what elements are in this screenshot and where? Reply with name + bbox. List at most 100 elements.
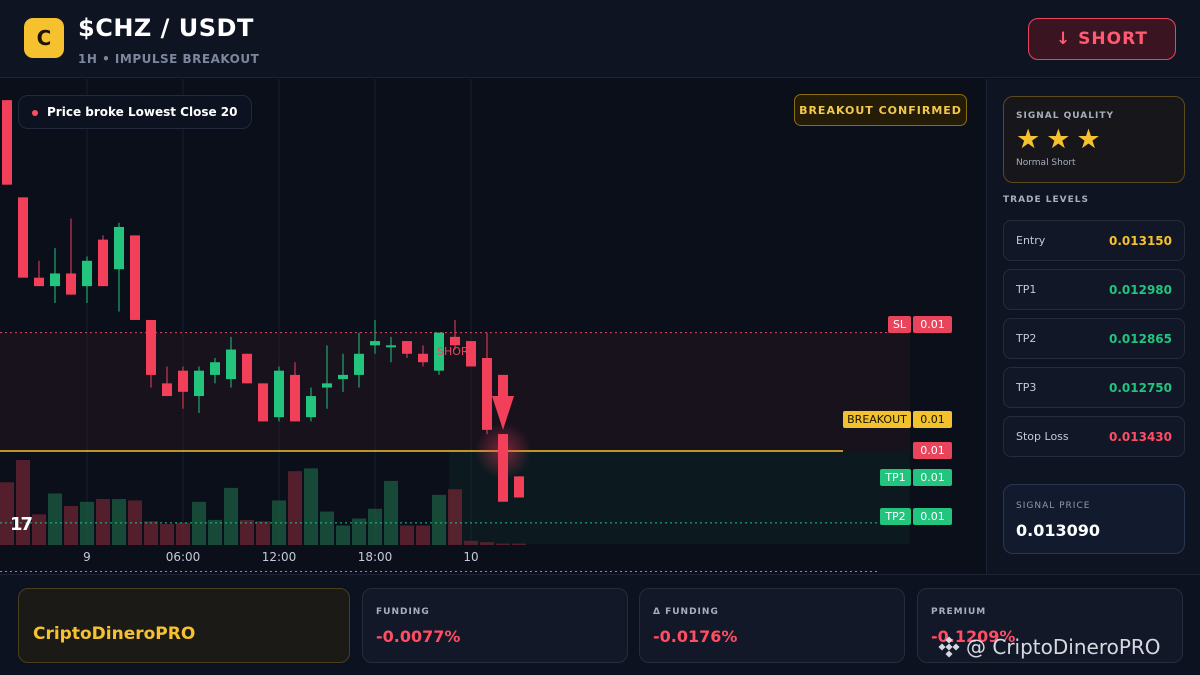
level-row-tp3: TP3 0.012750 (1003, 367, 1185, 408)
candle-body (210, 362, 220, 375)
volume-bar (416, 525, 430, 545)
x-tick-label: 06:00 (165, 550, 201, 564)
volume-bar (368, 508, 382, 545)
volume-bar (288, 471, 302, 545)
volume-bar (336, 525, 350, 545)
volume-bar (160, 524, 174, 545)
tradingview-logo[interactable]: 17 (10, 514, 33, 535)
volume-bar (192, 501, 206, 545)
signal-price-value: 0.013090 (1016, 521, 1101, 540)
tp2-line-label: TP2 (880, 508, 911, 525)
signal-quality-card: SIGNAL QUALITY ★★★ Normal Short (1003, 96, 1185, 183)
candle-body (82, 260, 92, 287)
candle-body (2, 100, 12, 185)
volume-bar (272, 500, 286, 545)
watermark-text: @ CriptoDineroPRO (966, 635, 1161, 659)
volume-bar (464, 540, 478, 545)
candle-body (514, 476, 524, 498)
tp1-line-label: TP1 (880, 469, 911, 486)
volume-bar (304, 468, 318, 545)
x-tick-label: 18:00 (357, 550, 393, 564)
funding-card: FUNDING -0.0077% (362, 588, 628, 663)
candle-body (258, 383, 268, 422)
level-value: 0.013430 (1108, 430, 1172, 444)
candle-body (18, 197, 28, 278)
volume-bar (352, 518, 366, 545)
stat-title: PREMIUM (931, 607, 987, 617)
level-row-entry: Entry 0.013150 (1003, 220, 1185, 261)
volume-bar (240, 519, 254, 545)
volume-bar (448, 489, 462, 545)
binance-icon (938, 636, 960, 658)
volume-bar (144, 521, 158, 545)
signal-price-title: SIGNAL PRICE (1016, 501, 1091, 511)
level-row-tp1: TP1 0.012980 (1003, 269, 1185, 310)
volume-bar (176, 522, 190, 545)
short-marker-label: SHORT (437, 345, 475, 358)
stat-title: FUNDING (376, 607, 430, 617)
candle-body (34, 277, 44, 287)
volume-bar (208, 519, 222, 545)
volume-bar (96, 499, 110, 545)
short-button[interactable]: ↓ SHORT (1028, 18, 1176, 60)
candle-body (162, 383, 172, 397)
sl-line-value: 0.01 (913, 316, 952, 333)
header-bar: C $CHZ / USDT 1H • IMPULSE BREAKOUT ↓ SH… (0, 0, 1200, 78)
x-tick-label: 12:00 (261, 550, 297, 564)
candle-body (306, 396, 316, 418)
price-chart[interactable]: Price broke Lowest Close 20 BREAKOUT CON… (0, 79, 985, 574)
stat-title: Δ FUNDING (653, 607, 719, 617)
coin-logo: C (24, 18, 64, 58)
candle-body (178, 370, 188, 392)
level-row-tp2: TP2 0.012865 (1003, 318, 1185, 359)
timeframe-subtitle: 1H • IMPULSE BREAKOUT (78, 52, 260, 66)
level-row-stop-loss: Stop Loss 0.013430 (1003, 416, 1185, 457)
x-tick-label: 9 (83, 550, 91, 564)
alert-pill: Price broke Lowest Close 20 (18, 95, 253, 129)
level-label: TP2 (1016, 332, 1037, 345)
watermark: @ CriptoDineroPRO (938, 635, 1161, 659)
stat-value: -0.0176% (653, 627, 738, 646)
volume-bar (480, 542, 494, 545)
candle-body (274, 370, 284, 418)
star-rating-icon: ★★★ (1016, 124, 1107, 155)
tp2-line-value: 0.01 (913, 508, 952, 525)
chart-canvas[interactable] (0, 79, 985, 574)
breakout-line-label: BREAKOUT (843, 411, 911, 428)
candle-body (370, 341, 380, 346)
level-value: 0.012750 (1108, 381, 1172, 395)
level-label: Entry (1016, 234, 1046, 247)
candle-body (130, 235, 140, 320)
volume-bar (256, 521, 270, 545)
volume-bar (496, 543, 510, 545)
signal-sidebar: SIGNAL QUALITY ★★★ Normal Short TRADE LE… (986, 79, 1200, 574)
breakout-badge: BREAKOUT CONFIRMED (794, 94, 967, 126)
trade-levels-title: TRADE LEVELS (1003, 195, 1089, 205)
footer-bar: CriptoDineroPRO FUNDING -0.0077% Δ FUNDI… (0, 574, 1200, 675)
stat-value: -0.0077% (376, 627, 461, 646)
candle-body (50, 273, 60, 287)
breakout-line-value: 0.01 (913, 411, 952, 428)
volume-bar (32, 514, 46, 545)
candle-body (354, 353, 364, 375)
level-label: Stop Loss (1016, 430, 1069, 443)
brand-card: CriptoDineroPRO (18, 588, 350, 663)
level-value: 0.012980 (1108, 283, 1172, 297)
volume-bar (224, 487, 238, 545)
level-value: 0.013150 (1108, 234, 1172, 248)
pair-title: $CHZ / USDT (78, 14, 254, 42)
candle-body (418, 353, 428, 363)
candle-body (338, 374, 348, 380)
volume-bar (112, 499, 126, 545)
signal-quality-label: Normal Short (1016, 158, 1076, 168)
volume-bar (512, 543, 526, 545)
delta-funding-card: Δ FUNDING -0.0176% (639, 588, 905, 663)
volume-bar (48, 493, 62, 545)
level-label: TP3 (1016, 381, 1037, 394)
level-value: 0.012865 (1108, 332, 1172, 346)
signal-quality-title: SIGNAL QUALITY (1016, 111, 1114, 121)
volume-bar (80, 501, 94, 545)
volume-bar (384, 480, 398, 545)
x-tick-label: 10 (463, 550, 479, 564)
candle-body (66, 273, 76, 295)
